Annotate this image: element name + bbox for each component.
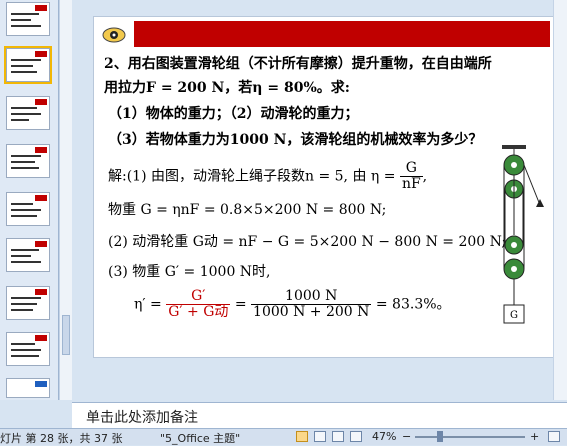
fit-to-window-icon[interactable]	[548, 431, 560, 442]
slide-sorter-icon[interactable]	[314, 431, 326, 442]
fraction-denominator: 1000 N + 200 N	[253, 304, 370, 320]
zoom-slider-thumb[interactable]	[437, 431, 443, 442]
question-line-1: 2、用右图装置滑轮组（不计所有摩擦）提升重物，在自由端所	[104, 56, 492, 72]
slide-editor[interactable]: 2、用右图装置滑轮组（不计所有摩擦）提升重物，在自由端所 用拉力F = 200 …	[72, 0, 567, 400]
question-line-4: （3）若物体重力为1000 N，该滑轮组的机械效率为多少？	[108, 132, 483, 148]
scroll-thumb[interactable]	[62, 315, 70, 355]
thumbnail-scrollbar[interactable]	[59, 0, 72, 400]
fraction-denominator: G′ + G动	[168, 304, 229, 320]
slide-thumbnail[interactable]	[6, 96, 50, 130]
slide-thumbnail[interactable]	[6, 378, 50, 398]
fraction-denominator: nF	[401, 176, 421, 192]
equals-sign: =	[234, 296, 247, 313]
solution-line-2: 物重 G = ηnF = 0.8×5×200 N = 800 N;	[108, 202, 387, 218]
title-bar-decoration	[134, 21, 550, 47]
fraction-numerator: 1000 N	[251, 289, 372, 305]
fraction-numerator: G′	[166, 289, 231, 305]
solution-line-1: 解:(1) 由图，动滑轮上绳子段数n = 5, 由 η = GnF,	[108, 161, 427, 192]
efficiency-equation: η′ = G′ G′ + G动 = 1000 N 1000 N + 200 N = …	[134, 289, 451, 320]
slide-thumbnail[interactable]	[6, 238, 50, 272]
slide-scrollbar[interactable]	[553, 0, 567, 400]
eta-prime-label: η′ =	[134, 296, 162, 313]
slide-thumbnail-selected[interactable]	[4, 46, 52, 84]
slide-thumbnails-panel[interactable]	[0, 0, 59, 400]
load-label: G	[510, 310, 518, 321]
zoom-in-button[interactable]: +	[530, 430, 539, 443]
pulley-system-diagram: G	[502, 145, 544, 324]
notes-placeholder[interactable]: 单击此处添加备注	[86, 407, 198, 427]
result-value: = 83.3%。	[375, 296, 451, 313]
slide-thumbnail[interactable]	[6, 192, 50, 226]
question-line-2: 用拉力F = 200 N，若η = 80%。求:	[104, 80, 350, 96]
question-line-3: （1）物体的重力；（2）动滑轮的重力；	[108, 106, 359, 122]
slide-canvas[interactable]: 2、用右图装置滑轮组（不计所有摩擦）提升重物，在自由端所 用拉力F = 200 …	[93, 16, 565, 358]
fraction-numerator: G	[399, 161, 423, 177]
reading-view-icon[interactable]	[332, 431, 344, 442]
solution-text: 解:(1) 由图，动滑轮上绳子段数n = 5, 由 η =	[108, 168, 396, 185]
solution-line-4: (3) 物重 G′ = 1000 N时,	[108, 264, 271, 280]
zoom-level: 47%	[372, 430, 397, 443]
notes-pane[interactable]: 单击此处添加备注	[72, 402, 567, 429]
solution-line-3: (2) 动滑轮重 G动 = nF − G = 5×200 N − 800 N =…	[108, 234, 507, 250]
slide-thumbnail[interactable]	[6, 144, 50, 178]
zoom-out-button[interactable]: −	[402, 430, 411, 443]
slide-thumbnail[interactable]	[6, 2, 50, 36]
slide-thumbnail[interactable]	[6, 286, 50, 320]
slide-thumbnail[interactable]	[6, 332, 50, 366]
numeric-fraction: 1000 N 1000 N + 200 N	[251, 289, 372, 320]
zoom-slider[interactable]	[415, 436, 525, 438]
efficiency-fraction: GnF	[399, 161, 423, 192]
logo-icon	[102, 27, 126, 43]
solution-suffix: ,	[422, 168, 428, 185]
ratio-fraction: G′ G′ + G动	[166, 289, 231, 320]
slideshow-icon[interactable]	[350, 431, 362, 442]
normal-view-icon[interactable]	[296, 431, 308, 442]
status-bar: 灯片 第 28 张，共 37 张 "5_Office 主题" 47% − +	[0, 428, 567, 445]
